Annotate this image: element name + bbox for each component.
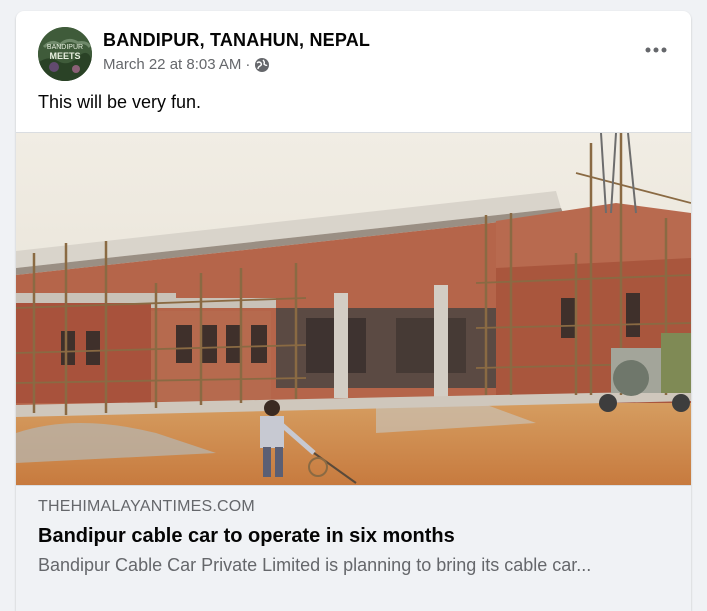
link-preview-image[interactable] <box>16 132 691 486</box>
more-horizontal-icon <box>645 47 667 53</box>
avatar[interactable]: BANDIPUR MEETS <box>38 27 92 81</box>
page-name-link[interactable]: BANDIPUR, TANAHUN, NEPAL <box>103 30 370 51</box>
post-text: This will be very fun. <box>38 92 202 112</box>
post-card: BANDIPUR MEETS BANDIPUR, TANAHUN, NEPAL … <box>16 11 691 611</box>
post-timestamp[interactable]: March 22 at 8:03 AM <box>103 56 241 73</box>
more-options-button[interactable] <box>641 37 671 63</box>
meta-separator: · <box>245 56 251 73</box>
post-meta: March 22 at 8:03 AM · <box>103 56 270 73</box>
link-headline[interactable]: Bandipur cable car to operate in six mon… <box>38 525 455 548</box>
link-preview-meta[interactable]: THEHIMALAYANTIMES.COM Bandipur cable car… <box>16 485 691 611</box>
construction-photo <box>16 132 691 486</box>
avatar-text-2: MEETS <box>49 51 80 61</box>
post-header: BANDIPUR MEETS BANDIPUR, TANAHUN, NEPAL … <box>16 11 691 131</box>
globe-icon[interactable] <box>254 57 270 73</box>
avatar-text-1: BANDIPUR <box>47 44 83 51</box>
link-description: Bandipur Cable Car Private Limited is pl… <box>38 555 592 575</box>
link-domain: THEHIMALAYANTIMES.COM <box>38 498 255 515</box>
